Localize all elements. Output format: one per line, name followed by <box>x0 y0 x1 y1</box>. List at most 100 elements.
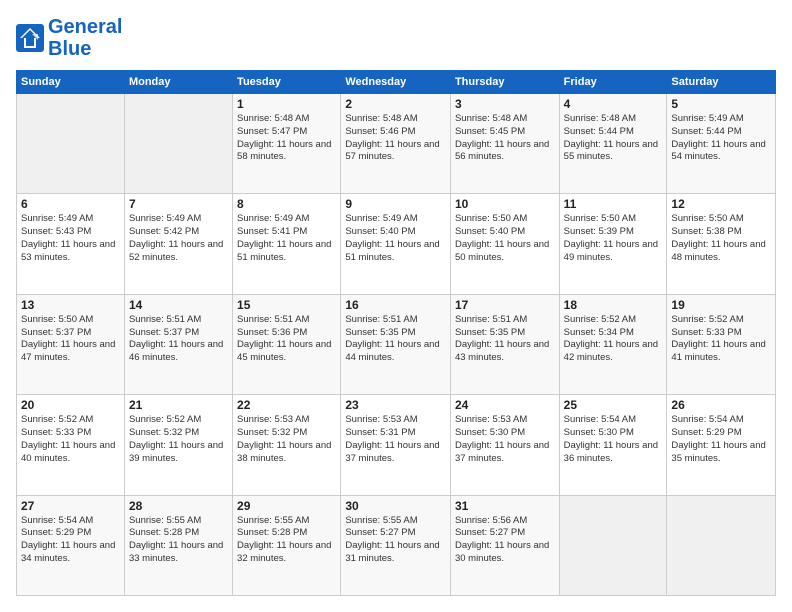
day-info: Sunrise: 5:48 AM Sunset: 5:44 PM Dayligh… <box>564 113 663 164</box>
week-row: 27 Sunrise: 5:54 AM Sunset: 5:29 PM Dayli… <box>17 495 776 595</box>
day-info: Sunrise: 5:54 AM Sunset: 5:29 PM Dayligh… <box>21 515 120 566</box>
logo-text: General Blue <box>48 16 122 60</box>
day-info: Sunrise: 5:49 AM Sunset: 5:41 PM Dayligh… <box>237 213 336 264</box>
day-info: Sunrise: 5:55 AM Sunset: 5:27 PM Dayligh… <box>345 515 446 566</box>
week-row: 6Sunrise: 5:49 AM Sunset: 5:43 PM Daylig… <box>17 194 776 294</box>
day-number: 22 <box>237 398 336 412</box>
calendar-cell: 16 Sunrise: 5:51 AM Sunset: 5:35 PM Dayli… <box>341 294 451 394</box>
calendar-cell: 1 Sunrise: 5:48 AM Sunset: 5:47 PM Daylig… <box>233 94 341 194</box>
day-number: 3 <box>455 97 555 111</box>
day-info: Sunrise: 5:51 AM Sunset: 5:36 PM Dayligh… <box>237 314 336 365</box>
day-info: Sunrise: 5:50 AM Sunset: 5:40 PM Dayligh… <box>455 213 555 264</box>
calendar-cell: 25Sunrise: 5:54 AM Sunset: 5:30 PM Dayli… <box>559 395 667 495</box>
day-number: 2 <box>345 97 446 111</box>
day-info: Sunrise: 5:52 AM Sunset: 5:34 PM Dayligh… <box>564 314 663 365</box>
day-number: 4 <box>564 97 663 111</box>
day-number: 21 <box>129 398 228 412</box>
day-info: Sunrise: 5:53 AM Sunset: 5:31 PM Dayligh… <box>345 414 446 465</box>
day-number: 14 <box>129 298 228 312</box>
day-info: Sunrise: 5:51 AM Sunset: 5:35 PM Dayligh… <box>345 314 446 365</box>
day-info: Sunrise: 5:53 AM Sunset: 5:32 PM Dayligh… <box>237 414 336 465</box>
day-info: Sunrise: 5:50 AM Sunset: 5:39 PM Dayligh… <box>564 213 663 264</box>
day-info: Sunrise: 5:48 AM Sunset: 5:47 PM Dayligh… <box>237 113 336 164</box>
day-number: 1 <box>237 97 336 111</box>
day-info: Sunrise: 5:49 AM Sunset: 5:40 PM Dayligh… <box>345 213 446 264</box>
day-number: 12 <box>671 197 771 211</box>
calendar-cell <box>559 495 667 595</box>
calendar-cell: 18 Sunrise: 5:52 AM Sunset: 5:34 PM Dayli… <box>559 294 667 394</box>
weekday-header-saturday: Saturday <box>667 71 776 94</box>
weekday-header-row: SundayMondayTuesdayWednesdayThursdayFrid… <box>17 71 776 94</box>
day-number: 26 <box>671 398 771 412</box>
calendar-cell: 13 Sunrise: 5:50 AM Sunset: 5:37 PM Dayli… <box>17 294 125 394</box>
weekday-header-monday: Monday <box>124 71 232 94</box>
header: General Blue <box>16 16 776 60</box>
calendar-cell: 15Sunrise: 5:51 AM Sunset: 5:36 PM Dayli… <box>233 294 341 394</box>
weekday-header-wednesday: Wednesday <box>341 71 451 94</box>
day-number: 29 <box>237 499 336 513</box>
calendar-cell: 29Sunrise: 5:55 AM Sunset: 5:28 PM Dayli… <box>233 495 341 595</box>
day-number: 20 <box>21 398 120 412</box>
calendar-cell: 21 Sunrise: 5:52 AM Sunset: 5:32 PM Dayli… <box>124 395 232 495</box>
day-number: 16 <box>345 298 446 312</box>
day-number: 13 <box>21 298 120 312</box>
day-info: Sunrise: 5:52 AM Sunset: 5:33 PM Dayligh… <box>671 314 771 365</box>
day-info: Sunrise: 5:49 AM Sunset: 5:44 PM Dayligh… <box>671 113 771 164</box>
calendar-cell: 17 Sunrise: 5:51 AM Sunset: 5:35 PM Dayli… <box>450 294 559 394</box>
day-info: Sunrise: 5:51 AM Sunset: 5:37 PM Dayligh… <box>129 314 228 365</box>
day-info: Sunrise: 5:50 AM Sunset: 5:37 PM Dayligh… <box>21 314 120 365</box>
calendar-cell: 3 Sunrise: 5:48 AM Sunset: 5:45 PM Daylig… <box>450 94 559 194</box>
calendar-cell: 7 Sunrise: 5:49 AM Sunset: 5:42 PM Daylig… <box>124 194 232 294</box>
day-info: Sunrise: 5:54 AM Sunset: 5:30 PM Dayligh… <box>564 414 663 465</box>
calendar-cell <box>17 94 125 194</box>
weekday-header-thursday: Thursday <box>450 71 559 94</box>
calendar-cell: 2 Sunrise: 5:48 AM Sunset: 5:46 PM Daylig… <box>341 94 451 194</box>
calendar-cell: 24Sunrise: 5:53 AM Sunset: 5:30 PM Dayli… <box>450 395 559 495</box>
calendar-cell: 20 Sunrise: 5:52 AM Sunset: 5:33 PM Dayli… <box>17 395 125 495</box>
calendar-cell: 8Sunrise: 5:49 AM Sunset: 5:41 PM Daylig… <box>233 194 341 294</box>
calendar-cell: 5 Sunrise: 5:49 AM Sunset: 5:44 PM Daylig… <box>667 94 776 194</box>
weekday-header-friday: Friday <box>559 71 667 94</box>
day-info: Sunrise: 5:55 AM Sunset: 5:28 PM Dayligh… <box>129 515 228 566</box>
logo-icon <box>16 24 44 52</box>
calendar-cell: 19 Sunrise: 5:52 AM Sunset: 5:33 PM Dayli… <box>667 294 776 394</box>
calendar-cell: 22 Sunrise: 5:53 AM Sunset: 5:32 PM Dayli… <box>233 395 341 495</box>
week-row: 20 Sunrise: 5:52 AM Sunset: 5:33 PM Dayli… <box>17 395 776 495</box>
calendar-cell: 27 Sunrise: 5:54 AM Sunset: 5:29 PM Dayli… <box>17 495 125 595</box>
day-number: 27 <box>21 499 120 513</box>
day-info: Sunrise: 5:48 AM Sunset: 5:46 PM Dayligh… <box>345 113 446 164</box>
day-number: 18 <box>564 298 663 312</box>
calendar-cell: 9 Sunrise: 5:49 AM Sunset: 5:40 PM Daylig… <box>341 194 451 294</box>
calendar-cell: 31Sunrise: 5:56 AM Sunset: 5:27 PM Dayli… <box>450 495 559 595</box>
day-number: 9 <box>345 197 446 211</box>
day-info: Sunrise: 5:52 AM Sunset: 5:33 PM Dayligh… <box>21 414 120 465</box>
calendar-cell: 10 Sunrise: 5:50 AM Sunset: 5:40 PM Dayli… <box>450 194 559 294</box>
day-info: Sunrise: 5:54 AM Sunset: 5:29 PM Dayligh… <box>671 414 771 465</box>
day-number: 5 <box>671 97 771 111</box>
day-number: 7 <box>129 197 228 211</box>
calendar-cell: 6Sunrise: 5:49 AM Sunset: 5:43 PM Daylig… <box>17 194 125 294</box>
day-number: 24 <box>455 398 555 412</box>
day-number: 11 <box>564 197 663 211</box>
day-info: Sunrise: 5:51 AM Sunset: 5:35 PM Dayligh… <box>455 314 555 365</box>
day-info: Sunrise: 5:49 AM Sunset: 5:42 PM Dayligh… <box>129 213 228 264</box>
day-number: 23 <box>345 398 446 412</box>
day-number: 28 <box>129 499 228 513</box>
day-info: Sunrise: 5:48 AM Sunset: 5:45 PM Dayligh… <box>455 113 555 164</box>
calendar-cell: 26 Sunrise: 5:54 AM Sunset: 5:29 PM Dayli… <box>667 395 776 495</box>
day-info: Sunrise: 5:52 AM Sunset: 5:32 PM Dayligh… <box>129 414 228 465</box>
calendar-cell: 11 Sunrise: 5:50 AM Sunset: 5:39 PM Dayli… <box>559 194 667 294</box>
day-number: 30 <box>345 499 446 513</box>
calendar-table: SundayMondayTuesdayWednesdayThursdayFrid… <box>16 70 776 596</box>
calendar-cell: 28 Sunrise: 5:55 AM Sunset: 5:28 PM Dayli… <box>124 495 232 595</box>
week-row: 1 Sunrise: 5:48 AM Sunset: 5:47 PM Daylig… <box>17 94 776 194</box>
day-number: 10 <box>455 197 555 211</box>
day-number: 31 <box>455 499 555 513</box>
day-info: Sunrise: 5:49 AM Sunset: 5:43 PM Dayligh… <box>21 213 120 264</box>
day-number: 17 <box>455 298 555 312</box>
day-info: Sunrise: 5:50 AM Sunset: 5:38 PM Dayligh… <box>671 213 771 264</box>
week-row: 13 Sunrise: 5:50 AM Sunset: 5:37 PM Dayli… <box>17 294 776 394</box>
weekday-header-tuesday: Tuesday <box>233 71 341 94</box>
day-number: 19 <box>671 298 771 312</box>
weekday-header-sunday: Sunday <box>17 71 125 94</box>
